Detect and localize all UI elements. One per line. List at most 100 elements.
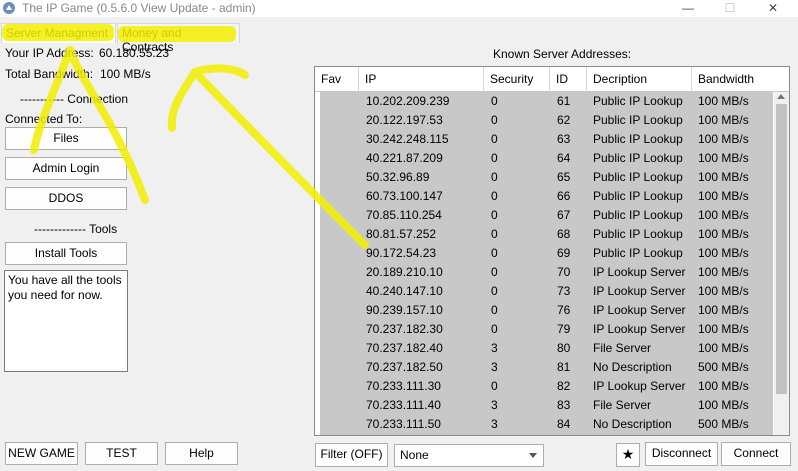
table-row[interactable]: 50.32.96.89 0 65 Public IP Lookup 100 MB/s [320,168,773,187]
table-row[interactable]: 70.237.182.50 3 81 No Description 500 MB/s [320,358,773,377]
table-cell-bandwidth: 100 MB/s [698,151,749,165]
minimize-button[interactable]: — [673,0,703,17]
files-button[interactable]: Files [5,127,127,150]
table-cell-security: 3 [491,360,498,374]
filter-select[interactable]: None [394,444,544,467]
filter-toggle-button[interactable]: Filter (OFF) [315,443,388,467]
test-button[interactable]: TEST [85,442,158,465]
table-cell-ip: 20.122.197.53 [366,113,443,127]
table-cell-security: 0 [491,246,498,260]
title-bar: The IP Game (0.5.6.0 View Update - admin… [0,0,798,17]
table-cell-bandwidth: 100 MB/s [698,132,749,146]
tab-money-and-contracts[interactable]: Money and Contracts [117,23,240,54]
table-cell-bandwidth: 100 MB/s [698,94,749,108]
table-cell-id: 61 [557,94,571,108]
table-cell-id: 81 [557,360,571,374]
table-row[interactable]: 70.237.182.30 0 79 IP Lookup Server 100 MB/s [320,320,773,339]
table-cell-bandwidth: 100 MB/s [698,208,749,222]
table-cell-ip: 70.233.111.50 [366,417,441,431]
connect-button[interactable]: Connect [721,442,791,466]
help-button[interactable]: Help [165,442,238,465]
scroll-up-arrow-icon[interactable] [777,94,785,99]
table-cell-security: 0 [491,94,498,108]
table-cell-ip: 90.172.54.23 [366,246,437,260]
table-row[interactable]: 70.233.111.30 0 82 IP Lookup Server 100 MB/s [320,377,773,396]
table-row[interactable]: 30.242.248.115 0 63 Public IP Lookup 100 MB/… [320,130,773,149]
favorite-star-button[interactable]: ★ [616,443,640,467]
table-cell-description: Public IP Lookup [593,208,683,222]
table-cell-bandwidth: 100 MB/s [698,265,749,279]
table-row[interactable]: 80.81.57.252 0 68 Public IP Lookup 100 MB/s [320,225,773,244]
table-cell-description: Public IP Lookup [593,227,683,241]
table-row[interactable]: 70.237.182.40 3 80 File Server 100 MB/s [320,339,773,358]
column-header-security[interactable]: Security [484,67,550,92]
table-row[interactable]: 40.221.87.209 0 64 Public IP Lookup 100 MB/s [320,149,773,168]
disconnect-button[interactable]: Disconnect [645,442,718,466]
table-cell-ip: 90.239.157.10 [366,303,443,317]
bandwidth-value: 100 MB/s [100,67,151,81]
table-cell-id: 82 [557,379,571,393]
table-cell-bandwidth: 100 MB/s [698,379,749,393]
table-row[interactable]: 20.122.197.53 0 62 Public IP Lookup 100 MB/s [320,111,773,130]
maximize-button[interactable]: ☐ [715,0,745,17]
column-header-bandwidth[interactable]: Bandwidth [692,67,789,92]
new-game-button[interactable]: NEW GAME [5,442,78,465]
table-row[interactable]: 10.202.209.239 0 61 Public IP Lookup 100 MB/… [320,92,773,111]
table-row[interactable]: 40.240.147.10 0 73 IP Lookup Server 100 MB/s [320,282,773,301]
scroll-thumb[interactable] [776,104,787,394]
table-scrollbar[interactable] [774,92,789,435]
table-cell-security: 0 [491,227,498,241]
window-title: The IP Game (0.5.6.0 View Update - admin… [22,1,256,15]
table-cell-description: Public IP Lookup [593,246,683,260]
table-cell-description: IP Lookup Server [593,379,686,393]
table-cell-security: 3 [491,417,498,431]
table-cell-bandwidth: 500 MB/s [698,417,749,431]
ip-address-value: 60.180.55.23 [99,46,170,60]
tab-server-management[interactable]: Server Managment [1,23,116,43]
table-cell-id: 69 [557,246,571,260]
table-cell-ip: 80.81.57.252 [366,227,437,241]
table-cell-bandwidth: 500 MB/s [698,360,749,374]
table-header: Fav IP Security ID Decription Bandwidth [315,67,789,92]
table-cell-ip: 70.85.110.254 [366,208,442,222]
column-header-fav[interactable]: Fav [315,67,359,92]
table-cell-bandwidth: 100 MB/s [698,322,749,336]
ip-address-label: Your IP Address: [5,46,94,60]
table-row[interactable]: 20.189.210.10 0 70 IP Lookup Server 100 MB/s [320,263,773,282]
table-row[interactable]: 70.233.111.40 3 83 File Server 100 MB/s [320,396,773,415]
tools-section-header: ------------- Tools [34,222,118,236]
column-header-description[interactable]: Decription [587,67,692,92]
table-row[interactable]: 60.73.100.147 0 66 Public IP Lookup 100 MB/s [320,187,773,206]
server-table[interactable]: Fav IP Security ID Decription Bandwidth … [314,66,790,436]
table-cell-id: 68 [557,227,571,241]
known-servers-label: Known Server Addresses: [493,47,632,61]
table-cell-id: 67 [557,208,571,222]
tools-notes-textbox[interactable]: You have all the tools you need for now. [4,270,128,372]
table-cell-id: 79 [557,322,571,336]
table-cell-security: 0 [491,189,498,203]
table-cell-bandwidth: 100 MB/s [698,113,749,127]
install-tools-button[interactable]: Install Tools [5,242,127,265]
column-header-ip[interactable]: IP [359,67,484,92]
column-header-id[interactable]: ID [550,67,587,92]
connected-to-label: Connected To: [5,112,83,126]
annotation-arrow-right-head [167,68,199,132]
table-row[interactable]: 90.172.54.23 0 69 Public IP Lookup 100 MB/s [320,244,773,263]
app-icon [3,2,15,14]
table-cell-bandwidth: 100 MB/s [698,246,749,260]
table-cell-id: 80 [557,341,571,355]
table-cell-security: 0 [491,132,498,146]
table-cell-description: No Description [593,360,672,374]
close-button[interactable]: ✕ [758,0,788,17]
table-row[interactable]: 70.85.110.254 0 67 Public IP Lookup 100 MB/s [320,206,773,225]
table-cell-description: Public IP Lookup [593,151,683,165]
table-cell-ip: 70.233.111.40 [366,398,441,412]
admin-login-button[interactable]: Admin Login [5,157,127,180]
table-row[interactable]: 90.239.157.10 0 76 IP Lookup Server 100 MB/s [320,301,773,320]
table-row[interactable]: 70.233.111.50 3 84 No Description 500 MB/s [320,415,773,434]
ddos-button[interactable]: DDOS [5,187,127,210]
table-cell-ip: 20.189.210.10 [366,265,443,279]
table-cell-bandwidth: 100 MB/s [698,227,749,241]
table-cell-bandwidth: 100 MB/s [698,341,749,355]
filter-select-value: None [400,448,429,462]
